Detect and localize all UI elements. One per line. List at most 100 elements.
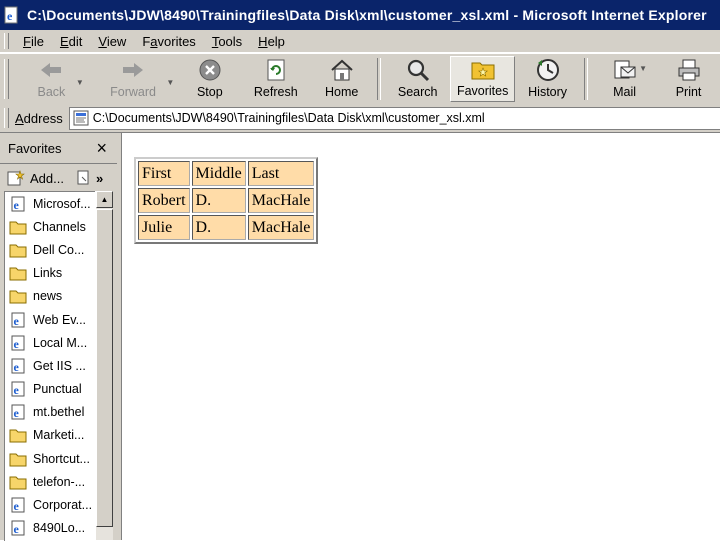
favorites-item-label: 8490Lo... (33, 521, 86, 536)
favorites-item[interactable]: Marketi... (5, 424, 96, 447)
close-icon[interactable]: × (96, 139, 107, 157)
forward-dropdown-icon[interactable]: ▼ (166, 78, 174, 87)
menu-file[interactable]: File (15, 34, 52, 49)
table-cell: D. (191, 188, 246, 213)
refresh-icon (262, 57, 290, 83)
favorites-item[interactable]: e Punctual (5, 378, 96, 401)
favorites-folder-star-icon (469, 57, 497, 82)
table-row: First Middle Last (138, 161, 315, 186)
refresh-button[interactable]: Refresh (241, 56, 310, 102)
menu-edit[interactable]: Edit (52, 34, 90, 49)
favorites-item-label: Web Ev... (33, 312, 87, 327)
mail-button[interactable]: Mail ▼ (592, 56, 657, 102)
address-label: Address (15, 110, 63, 126)
table-cell: First (138, 161, 190, 186)
table-cell: Last (247, 161, 315, 186)
ie-page-icon: e (9, 497, 27, 513)
favorites-item[interactable]: e Microsof... (5, 192, 96, 215)
favorites-item[interactable]: Dell Co... (5, 238, 96, 261)
favorites-item-label: Marketi... (33, 428, 85, 443)
favorites-item[interactable]: e 8490Lo... (5, 517, 96, 540)
favorites-item[interactable]: news (5, 285, 96, 308)
printer-icon (675, 57, 703, 83)
window-title: C:\Documents\JDW\8490\Trainingfiles\Data… (27, 7, 707, 23)
table-cell: Middle (191, 161, 246, 186)
svg-text:e: e (14, 499, 20, 513)
favorites-item-label: mt.bethel (33, 405, 85, 420)
toolbar-separator (377, 58, 382, 100)
menu-favorites[interactable]: Favorites (134, 34, 203, 49)
more-chevron-icon[interactable]: » (96, 171, 103, 186)
favorites-item-label: Shortcut... (33, 451, 90, 466)
stop-button[interactable]: Stop (178, 56, 241, 102)
menu-view[interactable]: View (90, 34, 134, 49)
favorites-item-label: Local M... (33, 335, 88, 350)
forward-button[interactable]: Forward ▼ (88, 56, 179, 102)
folder-icon (9, 451, 27, 467)
favorites-item[interactable]: Links (5, 262, 96, 285)
favorites-item-label: Microsof... (33, 196, 91, 211)
favorites-item[interactable]: e Web Ev... (5, 308, 96, 331)
menu-tools[interactable]: Tools (204, 34, 250, 49)
folder-icon (9, 474, 27, 490)
customer-table: First Middle Last Robert D. MacHale Juli… (134, 157, 319, 244)
ie-page-icon: e (9, 520, 27, 536)
favorites-pane-toolbar: Add... » (0, 164, 117, 192)
address-bar: Address C:\Documents\JDW\8490\Trainingfi… (0, 104, 720, 133)
favorites-item[interactable]: Shortcut... (5, 447, 96, 470)
history-button[interactable]: History (515, 56, 580, 102)
toolbar-separator (584, 58, 589, 100)
organize-favorites-button[interactable] (76, 169, 92, 187)
title-bar: e C:\Documents\JDW\8490\Trainingfiles\Da… (0, 0, 720, 30)
search-icon (404, 57, 432, 83)
ie-page-icon: e (9, 381, 27, 397)
folder-icon (9, 265, 27, 281)
table-row: Robert D. MacHale (138, 188, 315, 213)
svg-text:e: e (14, 360, 20, 374)
address-url: C:\Documents\JDW\8490\Trainingfiles\Data… (92, 111, 485, 125)
svg-text:e: e (14, 198, 20, 212)
favorites-scrollbar[interactable]: ▲ (95, 191, 113, 540)
toolbar-grip (4, 59, 9, 99)
add-favorite-button[interactable]: Add... (6, 169, 64, 187)
back-button[interactable]: Back ▼ (15, 56, 88, 102)
favorites-item-label: Corporat... (33, 498, 93, 513)
favorites-button[interactable]: Favorites (450, 56, 516, 102)
menubar-grip (4, 33, 9, 49)
favorites-item[interactable]: e Corporat... (5, 493, 96, 516)
mail-dropdown-icon[interactable]: ▼ (639, 64, 647, 73)
table-cell: Robert (138, 188, 190, 213)
svg-text:e: e (14, 406, 20, 420)
favorites-pane-title: Favorites (8, 140, 62, 156)
favorites-item-label: Punctual (33, 382, 82, 397)
ie-page-icon: e (9, 335, 27, 351)
svg-text:e: e (14, 383, 20, 397)
back-arrow-icon (37, 57, 65, 83)
svg-text:e: e (7, 9, 13, 23)
menu-bar: File Edit View Favorites Tools Help (0, 30, 720, 53)
standard-toolbar: Back ▼ Forward ▼ Stop Refresh Home Searc… (0, 53, 720, 105)
favorites-item[interactable]: Channels (5, 215, 96, 238)
favorites-item[interactable]: e Local M... (5, 331, 96, 354)
svg-text:e: e (14, 337, 20, 351)
svg-text:e: e (14, 522, 20, 536)
table-cell: Julie (138, 215, 190, 240)
back-dropdown-icon[interactable]: ▼ (76, 78, 84, 87)
search-button[interactable]: Search (385, 56, 450, 102)
favorites-item-label: Get IIS ... (33, 358, 86, 373)
favorites-item[interactable]: telefon-... (5, 470, 96, 493)
menu-help[interactable]: Help (250, 34, 293, 49)
favorites-item-label: telefon-... (33, 474, 86, 489)
addressbar-grip (4, 108, 9, 128)
history-clock-icon (534, 57, 562, 83)
scroll-up-arrow-icon[interactable]: ▲ (96, 191, 113, 208)
favorites-list: e Microsof... Channels Dell Co... Links news e… (4, 191, 96, 541)
print-button[interactable]: Print (657, 56, 720, 102)
scrollbar-thumb[interactable] (96, 209, 113, 527)
favorites-item[interactable]: e Get IIS ... (5, 354, 96, 377)
favorites-item[interactable]: e mt.bethel (5, 401, 96, 424)
address-input[interactable]: C:\Documents\JDW\8490\Trainingfiles\Data… (68, 106, 720, 130)
folder-icon (9, 427, 27, 443)
forward-arrow-icon (119, 57, 147, 83)
home-button[interactable]: Home (310, 56, 373, 102)
